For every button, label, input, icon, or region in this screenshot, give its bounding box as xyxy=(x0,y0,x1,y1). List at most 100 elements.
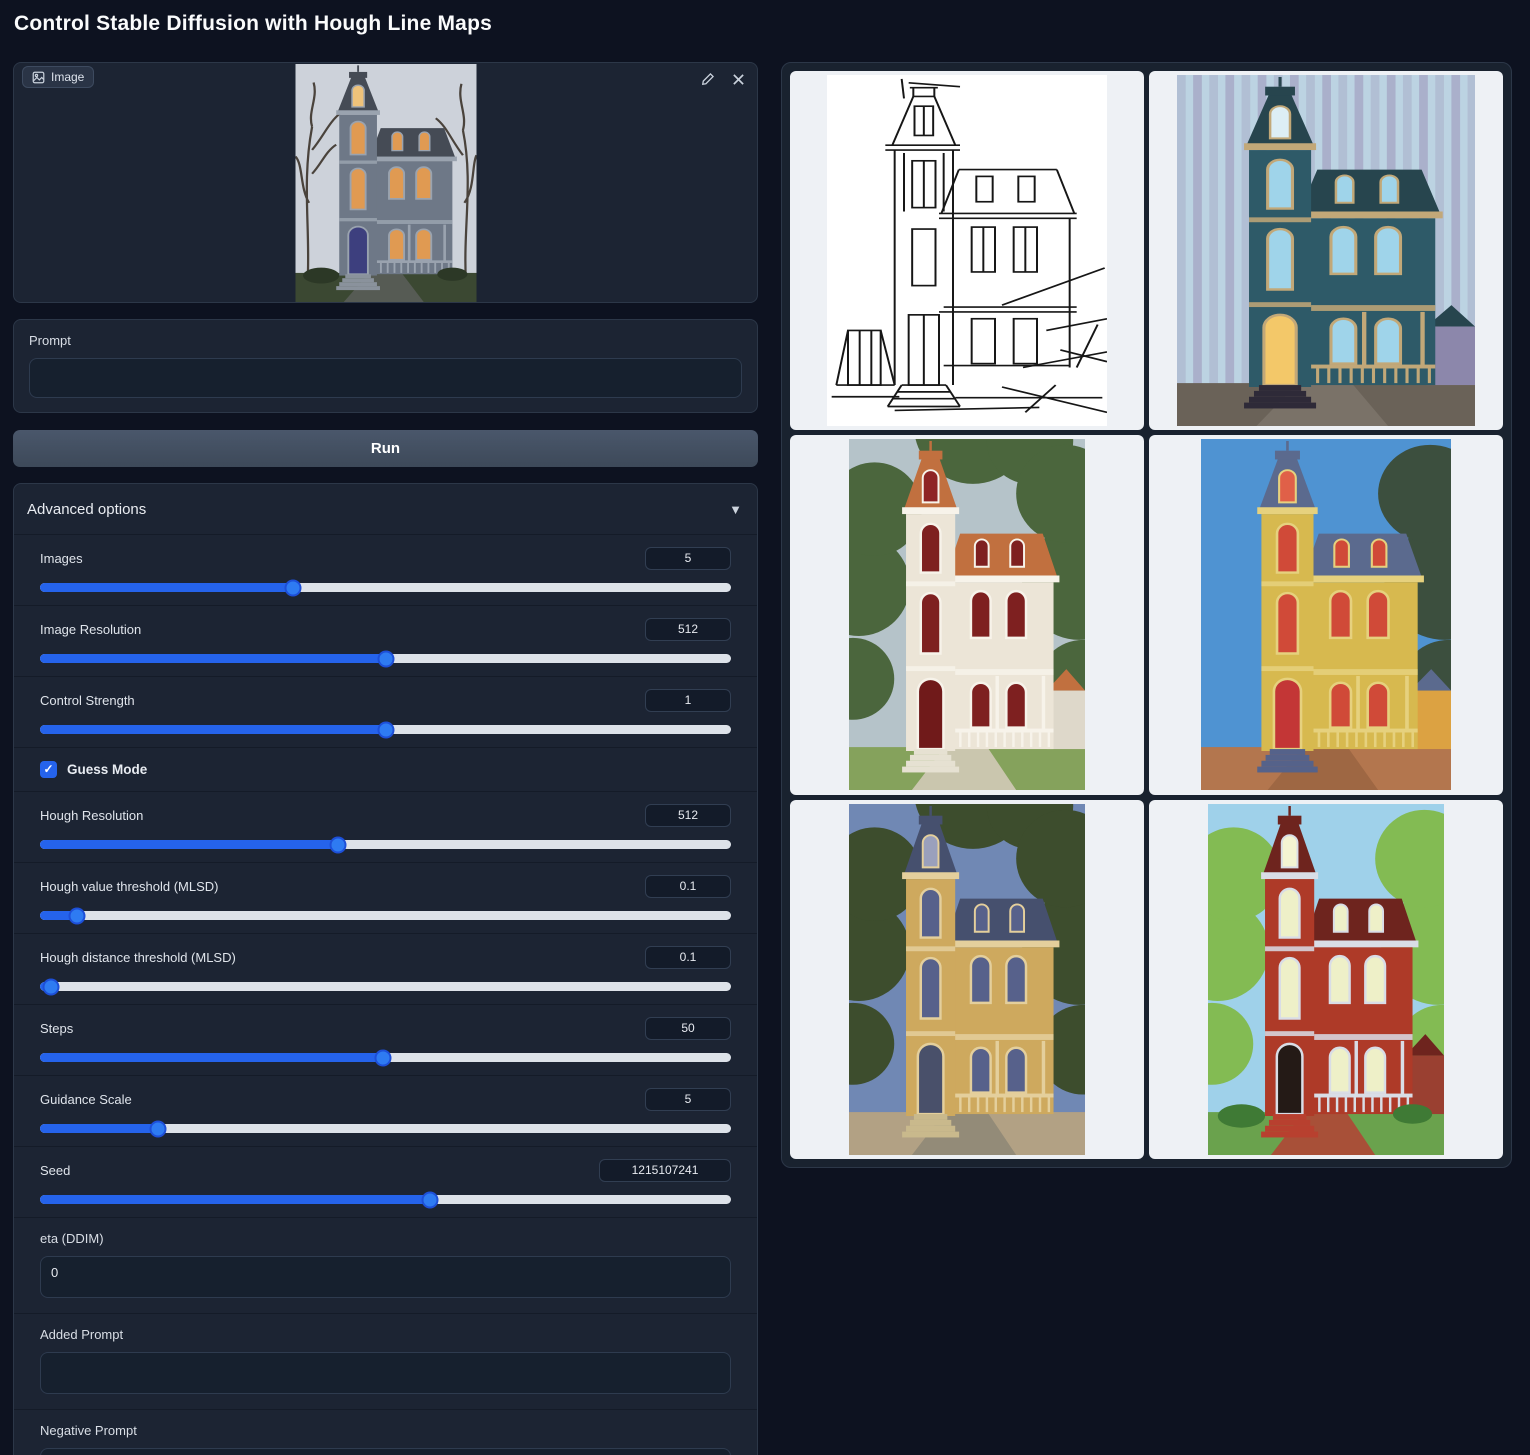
slider-handle[interactable] xyxy=(329,836,346,853)
slider-guidance-scale: Guidance Scale xyxy=(14,1075,757,1146)
gold-house-painting-image xyxy=(849,804,1085,1155)
added-prompt-input[interactable] xyxy=(40,1352,731,1394)
input-image-label-badge: Image xyxy=(22,66,94,88)
advanced-options-label: Advanced options xyxy=(27,501,146,518)
slider-label: Guidance Scale xyxy=(40,1092,132,1107)
slider-track[interactable] xyxy=(40,982,731,991)
slider-fill xyxy=(40,1124,158,1133)
slider-label: Images xyxy=(40,551,83,566)
guess-mode-row: ✓ Guess Mode xyxy=(14,747,757,791)
slider-label: Hough distance threshold (MLSD) xyxy=(40,950,236,965)
eta-row: eta (DDIM) 0 xyxy=(14,1217,757,1313)
gallery-item-white-house-painting[interactable] xyxy=(790,435,1144,794)
pencil-icon xyxy=(701,72,715,86)
slider-value-input[interactable] xyxy=(645,804,731,827)
negative-prompt-input[interactable] xyxy=(40,1448,731,1455)
red-house-painting-image xyxy=(1208,804,1444,1155)
slider-steps: Steps xyxy=(14,1004,757,1075)
advanced-options-header[interactable]: Advanced options ▼ xyxy=(14,484,757,534)
slider-fill xyxy=(40,725,386,734)
slider-label: Image Resolution xyxy=(40,622,141,637)
slider-value-input[interactable] xyxy=(645,875,731,898)
app-page: Control Stable Diffusion with Hough Line… xyxy=(0,0,1530,1455)
slider-fill xyxy=(40,1053,383,1062)
slider-track[interactable] xyxy=(40,1195,731,1204)
slider-value-input[interactable] xyxy=(645,1088,731,1111)
slider-label: Hough value threshold (MLSD) xyxy=(40,879,218,894)
prompt-label: Prompt xyxy=(29,333,742,348)
negative-prompt-row: Negative Prompt xyxy=(14,1409,757,1455)
slider-handle[interactable] xyxy=(284,579,301,596)
slider-label: Hough Resolution xyxy=(40,808,143,823)
guess-mode-checkbox[interactable]: ✓ xyxy=(40,761,57,778)
slider-handle[interactable] xyxy=(422,1191,439,1208)
slider-value-input[interactable] xyxy=(645,547,731,570)
slider-image-resolution: Image Resolution xyxy=(14,605,757,676)
slider-value-input[interactable] xyxy=(645,946,731,969)
guess-mode-label: Guess Mode xyxy=(67,762,147,777)
slider-label: Seed xyxy=(40,1163,70,1178)
advanced-options-accordion: Advanced options ▼ Images Image Resolutio… xyxy=(13,483,758,1455)
slider-value-input[interactable] xyxy=(599,1159,731,1182)
slider-handle[interactable] xyxy=(69,907,86,924)
eta-label: eta (DDIM) xyxy=(40,1231,731,1246)
caret-down-icon: ▼ xyxy=(729,502,742,517)
slider-track[interactable] xyxy=(40,1124,731,1133)
slider-track[interactable] xyxy=(40,725,731,734)
input-image-label: Image xyxy=(51,70,84,84)
added-prompt-label: Added Prompt xyxy=(40,1327,731,1342)
slider-value-input[interactable] xyxy=(645,618,731,641)
gallery-item-hough-line-map[interactable] xyxy=(790,71,1144,430)
slider-fill xyxy=(40,1195,430,1204)
slider-track[interactable] xyxy=(40,911,731,920)
slider-seed: Seed xyxy=(14,1146,757,1217)
gallery-item-red-house-painting[interactable] xyxy=(1149,800,1503,1159)
slider-value-input[interactable] xyxy=(645,689,731,712)
slider-track[interactable] xyxy=(40,583,731,592)
prompt-input[interactable] xyxy=(29,358,742,398)
slider-handle[interactable] xyxy=(43,978,60,995)
image-actions xyxy=(697,68,749,90)
check-icon: ✓ xyxy=(43,761,53,778)
gallery-item-teal-house-painting[interactable] xyxy=(1149,71,1503,430)
slider-handle[interactable] xyxy=(377,721,394,738)
negative-prompt-label: Negative Prompt xyxy=(40,1423,731,1438)
gallery-item-gold-house-painting[interactable] xyxy=(790,800,1144,1159)
run-button[interactable]: Run xyxy=(13,430,758,467)
slider-label: Control Strength xyxy=(40,693,135,708)
white-house-painting-image xyxy=(849,439,1085,790)
prompt-block: Prompt xyxy=(13,319,758,413)
output-gallery xyxy=(781,62,1512,1168)
slider-images: Images xyxy=(14,534,757,605)
yellow-house-painting-image xyxy=(1201,439,1451,790)
slider-control-strength: Control Strength xyxy=(14,676,757,747)
slider-hough-value-threshold-mlsd: Hough value threshold (MLSD) xyxy=(14,862,757,933)
slider-track[interactable] xyxy=(40,1053,731,1062)
slider-fill xyxy=(40,654,386,663)
teal-house-painting-image xyxy=(1177,75,1475,426)
slider-fill xyxy=(40,583,293,592)
slider-hough-distance-threshold-mlsd: Hough distance threshold (MLSD) xyxy=(14,933,757,1004)
uploaded-image[interactable] xyxy=(295,64,476,302)
edit-image-button[interactable] xyxy=(697,68,719,90)
image-icon xyxy=(32,71,45,84)
clear-image-button[interactable] xyxy=(727,68,749,90)
slider-track[interactable] xyxy=(40,840,731,849)
slider-track[interactable] xyxy=(40,654,731,663)
input-image-panel: Image xyxy=(13,62,758,303)
slider-group-b: Hough Resolution Hough value threshold (M… xyxy=(14,791,757,1217)
slider-fill xyxy=(40,840,338,849)
slider-label: Steps xyxy=(40,1021,73,1036)
slider-handle[interactable] xyxy=(375,1049,392,1066)
page-title: Control Stable Diffusion with Hough Line… xyxy=(14,12,492,36)
slider-handle[interactable] xyxy=(150,1120,167,1137)
slider-value-input[interactable] xyxy=(645,1017,731,1040)
eta-input[interactable]: 0 xyxy=(40,1256,731,1298)
gallery-item-yellow-house-painting[interactable] xyxy=(1149,435,1503,794)
left-column: Image Prompt Run xyxy=(13,62,758,1455)
x-icon xyxy=(732,73,745,86)
slider-hough-resolution: Hough Resolution xyxy=(14,791,757,862)
hough-line-map-image xyxy=(827,75,1107,426)
slider-handle[interactable] xyxy=(377,650,394,667)
slider-group-a: Images Image Resolution Control Strength xyxy=(14,534,757,747)
